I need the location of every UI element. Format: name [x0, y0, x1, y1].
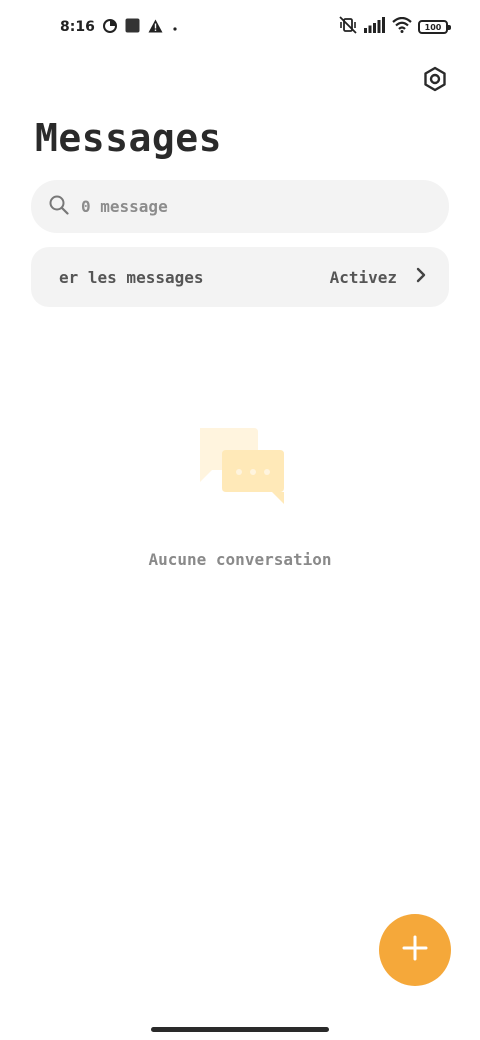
home-indicator[interactable] [151, 1027, 329, 1032]
wifi-icon [392, 16, 412, 37]
messages-screen: 8:16 100 Messages 0 message er les messa… [0, 0, 480, 1040]
chat-bubbles-icon [196, 426, 286, 508]
settings-button[interactable] [420, 66, 450, 96]
plus-icon [401, 934, 429, 966]
search-icon [49, 195, 69, 219]
chevron-right-icon [415, 267, 427, 287]
search-bar[interactable] [31, 180, 449, 233]
search-input[interactable] [81, 197, 401, 216]
status-bar: 8:16 100 [0, 0, 480, 54]
status-bar-left: 8:16 [60, 18, 179, 37]
warning-icon [148, 18, 163, 37]
status-bar-right: 100 [338, 16, 451, 38]
dot-icon [171, 18, 179, 37]
empty-state-text: Aucune conversation [148, 550, 332, 569]
notification-banner[interactable]: er les messages Activez [31, 247, 449, 307]
page-title: Messages [35, 116, 223, 160]
square-notification-icon [125, 18, 140, 37]
mute-vibrate-icon [338, 16, 358, 38]
enable-notifications-button[interactable]: Activez [330, 268, 397, 287]
new-conversation-button[interactable] [379, 914, 451, 986]
settings-hexagon-icon [422, 66, 448, 96]
signal-icon [364, 17, 386, 37]
battery-icon: 100 [418, 20, 451, 34]
status-time: 8:16 [60, 19, 95, 35]
notification-banner-right: Activez [330, 267, 427, 287]
data-saver-icon [102, 18, 117, 37]
notification-banner-label: er les messages [59, 267, 204, 287]
